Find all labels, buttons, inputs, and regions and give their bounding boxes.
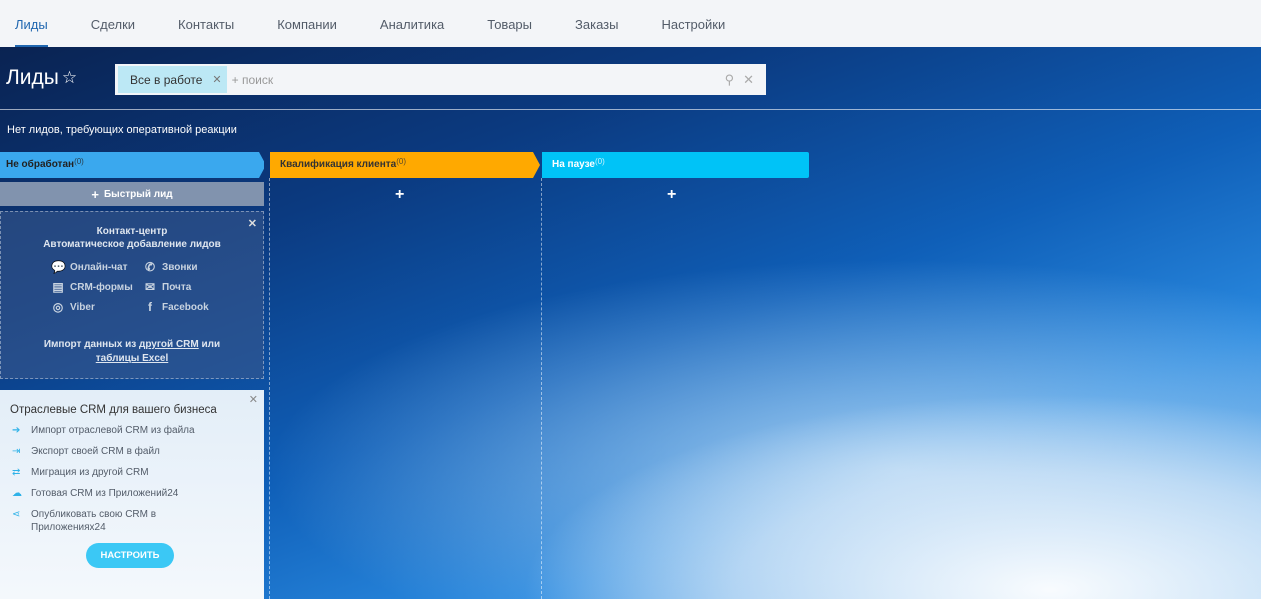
column-name: Не обработан [6, 159, 75, 170]
tab-leads[interactable]: Лиды [15, 0, 48, 47]
channel-chat[interactable]: 💬 Онлайн-чат [51, 260, 143, 274]
search-icon[interactable]: ⚲ [725, 72, 735, 88]
industry-item-import[interactable]: ➔ Импорт отраслевой CRM из файла [12, 424, 264, 437]
cloud-icon: ☁ [12, 488, 22, 499]
star-icon[interactable]: ☆ [62, 68, 77, 88]
industry-item-publish[interactable]: ⋖ Опубликовать свою CRM в Приложениях24 [12, 508, 264, 534]
contact-center-panel: ✕ Контакт-центр Автоматическое добавлени… [0, 211, 264, 379]
import-text: Импорт данных из другой CRM или таблицы … [43, 339, 221, 364]
phone-icon: ✆ [144, 260, 156, 274]
industry-item-migration[interactable]: ⇄ Миграция из другой CRM [12, 466, 264, 479]
plus-icon: + [91, 186, 99, 202]
tab-orders[interactable]: Заказы [575, 0, 618, 47]
add-lead-plus-icon[interactable]: + [667, 186, 676, 204]
quick-lead-label: Быстрый лид [103, 188, 173, 200]
mail-icon: ✉ [144, 280, 156, 294]
column-divider [269, 178, 270, 599]
export-icon: ⇥ [12, 446, 21, 457]
contact-center-subtitle: Автоматическое добавление лидов [43, 239, 221, 250]
form-icon: ▤ [52, 280, 64, 294]
tab-settings[interactable]: Настройки [661, 0, 725, 47]
import-other-crm-link[interactable]: другой CRM [139, 339, 199, 350]
column-header-qualification[interactable]: Квалификация клиента(0) [270, 152, 540, 178]
column-divider [541, 178, 542, 599]
page-title: Лиды ☆ [6, 66, 77, 90]
channel-calls[interactable]: ✆ Звонки [143, 260, 223, 274]
column-header-paused[interactable]: На паузе(0) [542, 152, 809, 178]
remove-filter-icon[interactable]: ✕ [212, 73, 221, 86]
column-header-new[interactable]: Не обработан(0) [0, 152, 264, 178]
column-count: (0) [396, 157, 407, 166]
column-count: (0) [74, 157, 84, 166]
industry-item-export[interactable]: ⇥ Экспорт своей CRM в файл [12, 445, 264, 458]
divider [0, 109, 1261, 110]
search-input[interactable]: + поиск [232, 73, 725, 87]
page-title-text: Лиды [6, 66, 59, 89]
sync-icon: ⇄ [12, 467, 21, 478]
chat-icon: 💬 [51, 260, 66, 274]
tab-deals[interactable]: Сделки [91, 0, 135, 47]
column-name: Квалификация клиента [280, 159, 397, 170]
configure-button[interactable]: НАСТРОИТЬ [86, 543, 174, 568]
import-icon: ➔ [12, 425, 21, 436]
tab-products[interactable]: Товары [487, 0, 532, 47]
contact-center-title: Контакт-центр [96, 226, 168, 237]
close-icon[interactable]: ✕ [248, 217, 257, 230]
clear-icon[interactable]: ✕ [743, 72, 754, 88]
tab-analytics[interactable]: Аналитика [380, 0, 444, 47]
column-name: На паузе [552, 159, 595, 170]
industry-title: Отраслевые CRM для вашего бизнеса [10, 404, 217, 416]
industry-item-ready[interactable]: ☁ Готовая CRM из Приложений24 [12, 487, 264, 500]
channel-viber[interactable]: ◎ Viber [51, 300, 143, 314]
facebook-icon: f [148, 300, 152, 314]
filter-chip-label: Все в работе [130, 72, 203, 87]
tab-companies[interactable]: Компании [277, 0, 337, 47]
column-count: (0) [595, 157, 605, 166]
channel-mail[interactable]: ✉ Почта [143, 280, 223, 294]
share-icon: ⋖ [12, 509, 21, 520]
close-icon[interactable]: ✕ [249, 393, 258, 406]
filter-search[interactable]: Все в работе ✕ + поиск ⚲ ✕ [115, 64, 766, 95]
viber-icon: ◎ [52, 300, 64, 314]
channel-forms[interactable]: ▤ CRM-формы [51, 280, 143, 294]
add-lead-plus-icon[interactable]: + [395, 186, 404, 204]
quick-lead-button[interactable]: + Быстрый лид [0, 182, 264, 206]
notice-text: Нет лидов, требующих оперативной реакции [7, 124, 237, 136]
channel-facebook[interactable]: f Facebook [143, 300, 223, 314]
top-nav: Лиды Сделки Контакты Компании Аналитика … [0, 0, 1261, 47]
tab-contacts[interactable]: Контакты [178, 0, 234, 47]
filter-chip[interactable]: Все в работе ✕ [118, 66, 227, 93]
industry-crm-panel: ✕ Отраслевые CRM для вашего бизнеса ➔ Имп… [0, 390, 264, 599]
import-excel-link[interactable]: таблицы Excel [96, 353, 169, 364]
